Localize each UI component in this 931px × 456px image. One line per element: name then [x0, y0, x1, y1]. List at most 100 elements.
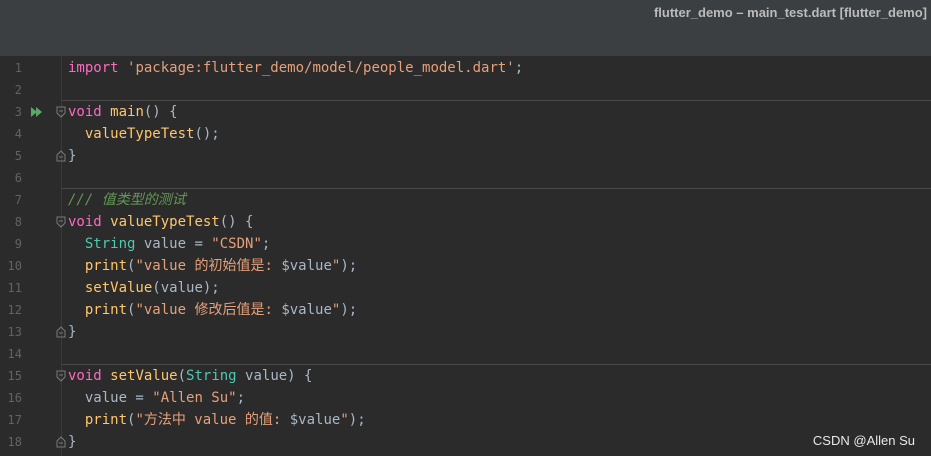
code-token: );: [340, 302, 358, 318]
code-line[interactable]: 1 import 'package:flutter_demo/model/peop…: [0, 57, 931, 79]
line-number[interactable]: 7: [0, 189, 22, 211]
code-token: "方法中 value 的值:: [135, 412, 290, 428]
code-token: value =: [135, 236, 212, 252]
code-token: setValue: [84, 280, 153, 296]
code-token: ;: [261, 236, 271, 252]
code-token: "CSDN": [211, 236, 262, 252]
run-icon[interactable]: [30, 105, 44, 119]
code-text[interactable]: void main() {: [68, 101, 178, 123]
fold-open-icon[interactable]: [56, 216, 66, 228]
code-token: void: [68, 214, 102, 230]
code-line[interactable]: 11 setValue(value);: [0, 277, 931, 299]
code-text[interactable]: /// 值类型的测试: [68, 189, 186, 211]
code-token: String: [84, 236, 136, 252]
code-token: print: [84, 302, 128, 318]
line-number[interactable]: 6: [0, 167, 22, 189]
line-number[interactable]: 14: [0, 343, 22, 365]
watermark: CSDN @Allen Su: [812, 433, 915, 448]
code-text[interactable]: }: [68, 431, 76, 453]
code-token: ();: [194, 126, 220, 142]
code-token: "value 的初始值是:: [135, 258, 282, 274]
code-line[interactable]: 13}: [0, 321, 931, 343]
fold-close-icon[interactable]: [56, 436, 66, 448]
code-line[interactable]: 12 print("value 修改后值是: $value");: [0, 299, 931, 321]
code-line[interactable]: 3 void main() {: [0, 101, 931, 123]
window-title: flutter_demo – main_test.dart [flutter_d…: [653, 5, 927, 20]
code-text[interactable]: }: [68, 145, 76, 167]
code-token: ": [340, 412, 349, 428]
code-line[interactable]: 14: [0, 343, 931, 365]
line-number[interactable]: 11: [0, 277, 22, 299]
code-token: print: [84, 258, 128, 274]
code-text[interactable]: import 'package:flutter_demo/model/peopl…: [68, 57, 523, 79]
code-token: }: [68, 434, 77, 450]
line-number[interactable]: 8: [0, 211, 22, 233]
line-number[interactable]: 2: [0, 79, 22, 101]
code-token: String: [186, 368, 237, 384]
fold-open-icon[interactable]: [56, 106, 66, 118]
code-token: setValue: [110, 368, 178, 384]
code-token: (: [177, 368, 187, 384]
code-token: void: [68, 368, 102, 384]
code-line[interactable]: 6: [0, 167, 931, 189]
code-token: () {: [219, 214, 254, 230]
code-token: }: [68, 324, 77, 340]
code-text[interactable]: void valueTypeTest() {: [68, 211, 253, 233]
code-token: print: [84, 412, 128, 428]
line-number[interactable]: 16: [0, 387, 22, 409]
line-number[interactable]: 1: [0, 57, 22, 79]
code-token: ;: [236, 390, 246, 406]
line-number[interactable]: 12: [0, 299, 22, 321]
line-number[interactable]: 4: [0, 123, 22, 145]
line-number[interactable]: 17: [0, 409, 22, 431]
code-token: /// 值类型的测试: [68, 192, 186, 208]
code-line[interactable]: 15 void setValue(String value) {: [0, 365, 931, 387]
code-text[interactable]: print("value 修改后值是: $value");: [68, 299, 357, 321]
code-text[interactable]: void setValue(String value) {: [68, 365, 312, 387]
line-number[interactable]: 3: [0, 101, 22, 123]
code-token: $value: [281, 258, 332, 274]
line-number[interactable]: 13: [0, 321, 22, 343]
code-line[interactable]: 8 void valueTypeTest() {: [0, 211, 931, 233]
line-number[interactable]: 5: [0, 145, 22, 167]
code-token: );: [340, 258, 358, 274]
code-token: (value);: [152, 280, 220, 296]
code-token: ;: [514, 60, 524, 76]
code-token: void: [68, 104, 102, 120]
code-text[interactable]: setValue(value);: [68, 277, 220, 299]
code-line[interactable]: 7 /// 值类型的测试: [0, 189, 931, 211]
code-text[interactable]: print("方法中 value 的值: $value");: [68, 409, 366, 431]
code-token: valueTypeTest: [84, 126, 195, 142]
fold-open-icon[interactable]: [56, 370, 66, 382]
code-token: 'package:flutter_demo/model/people_model…: [127, 60, 515, 76]
code-line[interactable]: 2: [0, 79, 931, 101]
fold-close-icon[interactable]: [56, 326, 66, 338]
fold-close-icon[interactable]: [56, 150, 66, 162]
code-line[interactable]: 5}: [0, 145, 931, 167]
code-text[interactable]: print("value 的初始值是: $value");: [68, 255, 357, 277]
code-line[interactable]: 18}: [0, 431, 931, 453]
code-line[interactable]: 16 value = "Allen Su";: [0, 387, 931, 409]
line-number[interactable]: 15: [0, 365, 22, 387]
code-line[interactable]: 10 print("value 的初始值是: $value");: [0, 255, 931, 277]
code-text[interactable]: }: [68, 321, 76, 343]
line-number[interactable]: 10: [0, 255, 22, 277]
code-text[interactable]: valueTypeTest();: [68, 123, 220, 145]
code-line[interactable]: 9 String value = "CSDN";: [0, 233, 931, 255]
code-token: value =: [68, 390, 153, 406]
code-text[interactable]: String value = "CSDN";: [68, 233, 270, 255]
code-line[interactable]: 4 valueTypeTest();: [0, 123, 931, 145]
code-text[interactable]: value = "Allen Su";: [68, 387, 245, 409]
line-number[interactable]: 18: [0, 431, 22, 453]
code-editor[interactable]: 1 import 'package:flutter_demo/model/peop…: [0, 56, 931, 456]
line-number[interactable]: 9: [0, 233, 22, 255]
code-line[interactable]: 17 print("方法中 value 的值: $value");: [0, 409, 931, 431]
code-token: value) {: [236, 368, 313, 384]
